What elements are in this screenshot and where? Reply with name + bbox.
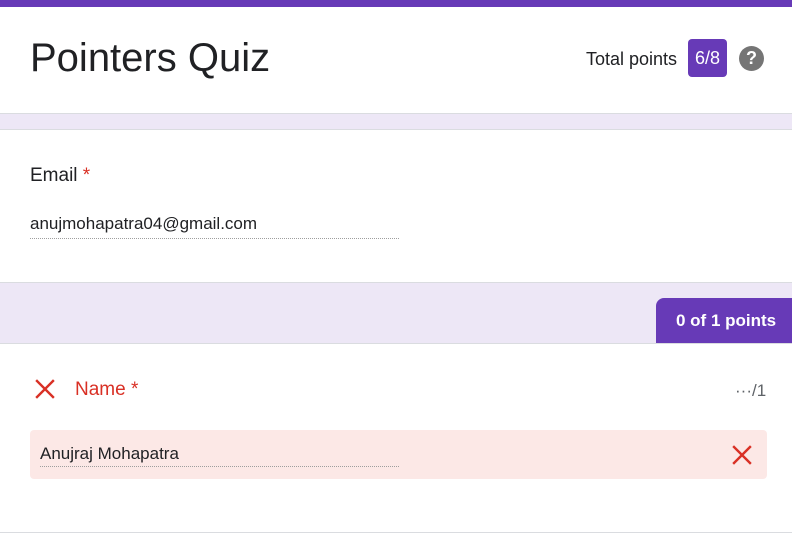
total-score-badge: 6/8 [688, 39, 727, 77]
answer-feedback-box: Anujraj Mohapatra [30, 430, 767, 479]
email-question-label: Email * [30, 164, 90, 188]
form-title: Pointers Quiz [30, 36, 271, 80]
answer-wrong-x-icon [732, 445, 752, 465]
name-question-label: Name * [75, 378, 138, 402]
score-placeholder: ··· [735, 381, 752, 400]
help-circle-icon[interactable]: ? [739, 46, 764, 71]
required-asterisk: * [82, 165, 91, 186]
name-question-card: Name * ···/1 Anujraj Mohapatra [0, 343, 792, 533]
question-score: ···/1 [735, 380, 766, 402]
email-label-text: Email [30, 165, 78, 186]
email-answer-value: anujmohapatra04@gmail.com [30, 213, 399, 239]
email-question-card: Email * anujmohapatra04@gmail.com [0, 129, 792, 283]
name-answer-value: Anujraj Mohapatra [40, 443, 399, 467]
total-points-label: Total points [586, 49, 678, 69]
score-max: /1 [751, 381, 767, 400]
name-label-text: Name [75, 379, 126, 400]
form-header-card: Pointers Quiz Total points 6/8 ? [0, 7, 792, 114]
question-points-badge: 0 of 1 points [656, 298, 792, 344]
required-asterisk: * [130, 379, 139, 400]
form-accent-bar [0, 0, 792, 7]
wrong-x-icon [35, 379, 55, 399]
